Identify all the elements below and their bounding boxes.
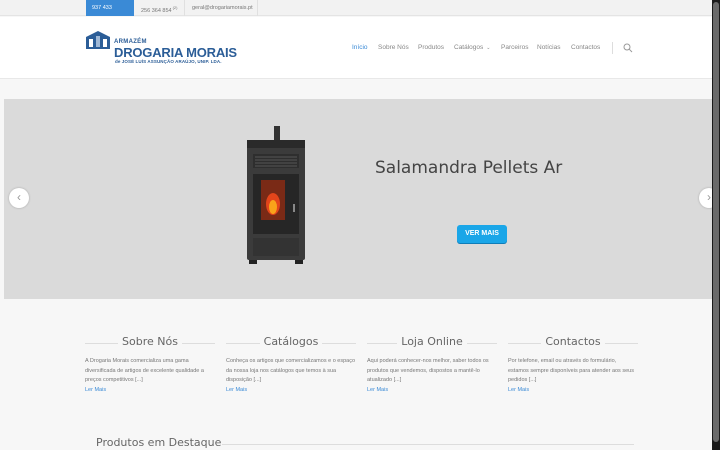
slider-prev-button[interactable]: ‹ <box>9 188 29 208</box>
email-link[interactable]: geral@drogariamorais.pt <box>186 0 258 16</box>
stove-image <box>247 126 305 264</box>
col-heading: Contactos <box>541 335 605 348</box>
col-title: Catálogos <box>226 335 356 349</box>
nav-catalogos[interactable]: Catálogos ⌄ <box>454 44 490 51</box>
nav-contactos[interactable]: Contactos <box>571 44 600 51</box>
nav-sobre-nos[interactable]: Sobre Nós <box>378 44 409 51</box>
phone-2[interactable]: 256 364 854(2) <box>135 0 185 16</box>
featured-divider <box>222 444 634 445</box>
featured-products-heading: Produtos em Destaque <box>96 436 222 449</box>
col-title: Sobre Nós <box>85 335 215 349</box>
chevron-down-icon: ⌄ <box>486 45 491 51</box>
col-text: Aqui poderá conhecer-nos melhor, saber t… <box>367 358 489 383</box>
page-scrollbar[interactable] <box>712 0 720 450</box>
ler-mais-link[interactable]: Ler Mais <box>226 387 356 393</box>
scrollbar-thumb[interactable] <box>713 2 719 442</box>
hero-slider: Salamandra Pellets Ar VER MAIS ‹ › <box>4 99 719 299</box>
chevron-left-icon: ‹ <box>17 190 21 204</box>
col-text: Por telefone, email ou através do formul… <box>508 358 634 383</box>
col-contactos: Contactos Por telefone, email ou através… <box>508 335 638 393</box>
col-text: A Drogaria Morais comercializa uma gama … <box>85 358 204 383</box>
search-icon[interactable] <box>623 43 633 53</box>
top-bar: 937 433 422(1) 256 364 854(2) geral@drog… <box>0 0 712 30</box>
ler-mais-link[interactable]: Ler Mais <box>85 387 215 393</box>
nav-catalogos-label: Catálogos <box>454 44 484 51</box>
logo-icon[interactable] <box>86 31 110 49</box>
site-header: ARMAZÉM DROGARIA MORAIS de JOSÉ LUÍS ASS… <box>0 17 712 79</box>
ler-mais-link[interactable]: Ler Mais <box>367 387 497 393</box>
nav-parceiros[interactable]: Parceiros <box>501 44 528 51</box>
ler-mais-link[interactable]: Ler Mais <box>508 387 638 393</box>
col-title: Loja Online <box>367 335 497 349</box>
chevron-right-icon: › <box>707 190 711 204</box>
col-loja-online: Loja Online Aqui poderá conhecer-nos mel… <box>367 335 497 393</box>
phone-1[interactable]: 937 433 422(1) <box>86 0 134 30</box>
phone-2-note: (2) <box>172 5 178 10</box>
nav-produtos[interactable]: Produtos <box>418 44 444 51</box>
col-heading: Catálogos <box>259 335 323 348</box>
col-heading: Sobre Nós <box>118 335 182 348</box>
col-heading: Loja Online <box>397 335 467 348</box>
col-title: Contactos <box>508 335 638 349</box>
col-sobre-nos: Sobre Nós A Drogaria Morais comercializa… <box>85 335 215 393</box>
logo-subtitle: de JOSÉ LUÍS ASSUNÇÃO ARAÚJO, UNIP. LDA. <box>115 59 222 64</box>
logo-title[interactable]: DROGARIA MORAIS <box>114 45 237 60</box>
col-catalogos: Catálogos Conheça os artigos que comerci… <box>226 335 356 393</box>
slide-title: Salamandra Pellets Ar <box>375 158 563 178</box>
nav-noticias[interactable]: Notícias <box>537 44 560 51</box>
nav-inicio[interactable]: Início <box>352 44 368 51</box>
phone-2-number: 256 364 854 <box>141 8 172 14</box>
nav-divider <box>612 42 613 54</box>
col-text: Conheça os artigos que comercializamos e… <box>226 358 356 383</box>
ver-mais-button[interactable]: VER MAIS <box>457 225 507 243</box>
